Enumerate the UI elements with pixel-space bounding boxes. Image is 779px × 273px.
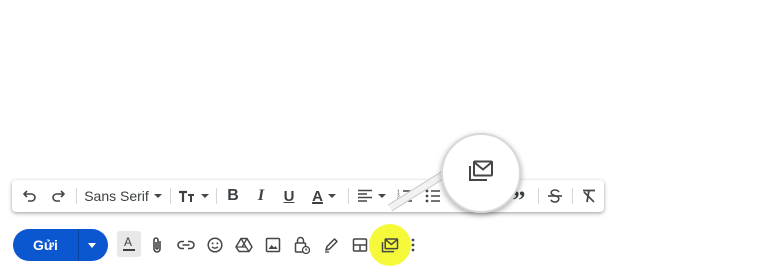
- text-size-button[interactable]: [174, 180, 212, 212]
- more-vert-icon: [411, 238, 415, 252]
- clear-formatting-button[interactable]: [576, 180, 602, 212]
- undo-button[interactable]: [18, 180, 42, 212]
- svg-text:A: A: [124, 236, 132, 249]
- compose-window: Sans Serif B I U A 1 ” Gửi A: [0, 0, 779, 273]
- text-color-button[interactable]: A: [304, 180, 344, 212]
- templates-mail-icon: [381, 237, 399, 253]
- layout-icon: [352, 237, 368, 253]
- link-icon: [177, 239, 195, 251]
- confidential-mode-button[interactable]: [289, 229, 315, 261]
- text-color-icon: A: [312, 187, 323, 205]
- insert-emoji-button[interactable]: [202, 229, 228, 261]
- toolbar-divider: [76, 188, 77, 204]
- align-icon: [357, 189, 373, 203]
- magnified-templates-callout: [441, 133, 521, 213]
- align-button[interactable]: [352, 180, 390, 212]
- attach-button[interactable]: [144, 229, 170, 261]
- layouts-button[interactable]: [347, 229, 373, 261]
- drive-icon: [235, 237, 253, 253]
- text-size-icon: [178, 188, 196, 204]
- bold-icon: B: [227, 187, 239, 204]
- send-button[interactable]: Gửi: [13, 229, 79, 261]
- italic-button[interactable]: I: [248, 180, 274, 212]
- strikethrough-button[interactable]: [542, 180, 568, 212]
- insert-drive-button[interactable]: [231, 229, 257, 261]
- lock-clock-icon: [294, 236, 310, 254]
- text-format-icon: A: [122, 236, 136, 252]
- toolbar-divider: [216, 188, 217, 204]
- formatting-options-button[interactable]: A: [117, 231, 141, 257]
- underline-icon: U: [283, 187, 295, 205]
- insert-photo-button[interactable]: [260, 229, 286, 261]
- send-options-button[interactable]: [79, 229, 108, 261]
- redo-icon: [50, 188, 66, 204]
- redo-button[interactable]: [46, 180, 70, 212]
- toolbar-divider: [348, 188, 349, 204]
- templates-mail-icon: [468, 160, 494, 187]
- insert-signature-button[interactable]: [318, 229, 344, 261]
- chevron-down-icon: [88, 242, 96, 248]
- templates-button[interactable]: [377, 229, 403, 261]
- toolbar-divider: [572, 188, 573, 204]
- undo-icon: [22, 188, 38, 204]
- toolbar-divider: [538, 188, 539, 204]
- paperclip-icon: [151, 236, 163, 254]
- clear-formatting-icon: [581, 188, 597, 204]
- chevron-down-icon: [200, 194, 209, 198]
- more-options-button[interactable]: [406, 229, 420, 261]
- italic-icon: I: [257, 187, 265, 204]
- chevron-down-icon: [377, 194, 386, 198]
- send-button-group: Gửi: [13, 229, 108, 261]
- toolbar-divider: [170, 188, 171, 204]
- font-family-value: Sans Serif: [84, 188, 149, 204]
- underline-button[interactable]: U: [276, 180, 302, 212]
- insert-link-button[interactable]: [173, 229, 199, 261]
- bulleted-list-icon: [425, 189, 441, 203]
- strikethrough-icon: [547, 188, 563, 204]
- bold-button[interactable]: B: [220, 180, 246, 212]
- font-family-select[interactable]: Sans Serif: [80, 180, 166, 212]
- photo-icon: [265, 237, 281, 253]
- pen-icon: [323, 237, 339, 253]
- chevron-down-icon: [153, 194, 162, 198]
- chevron-down-icon: [327, 194, 336, 198]
- emoji-icon: [207, 237, 223, 253]
